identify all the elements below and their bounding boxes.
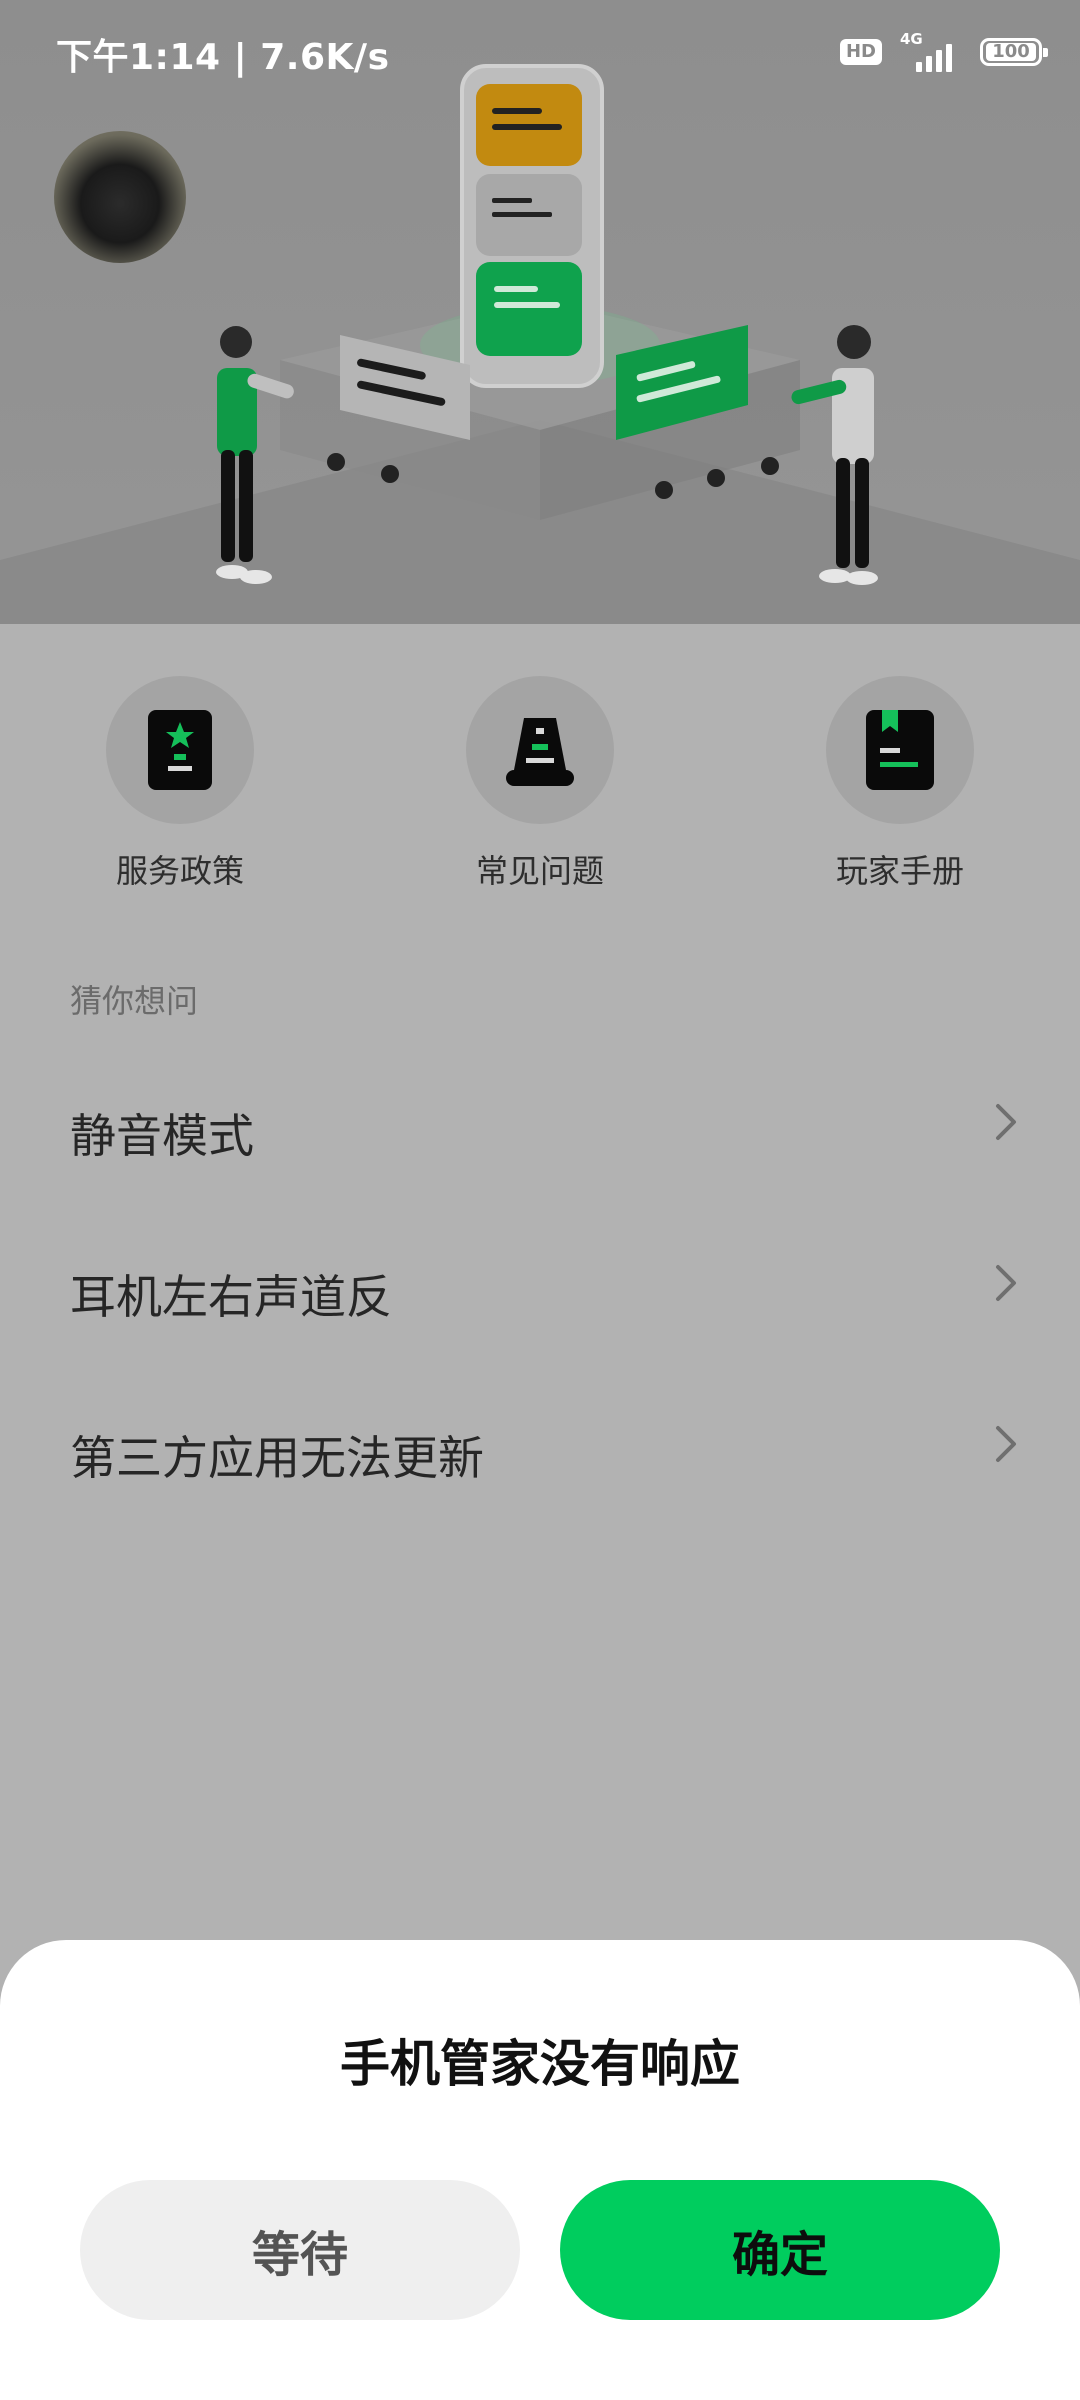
chevron-right-icon xyxy=(996,1265,1016,1301)
wait-button[interactable]: 等待 xyxy=(80,2180,520,2320)
battery-icon: 100 xyxy=(980,38,1048,66)
dialog-title: 手机管家没有响应 xyxy=(340,2035,740,2093)
list-item[interactable]: 静音模式 xyxy=(0,1050,1080,1211)
app-not-responding-dialog: 手机管家没有响应 等待 确定 xyxy=(0,1940,1080,2400)
status-icons: HD 4G 100 xyxy=(839,30,1048,74)
player-handbook-icon xyxy=(866,710,934,790)
battery-level: 100 xyxy=(986,43,1036,61)
chevron-right-icon xyxy=(996,1426,1016,1462)
signal-icon: 4G xyxy=(896,30,966,74)
chevron-right-icon xyxy=(996,1104,1016,1140)
hd-voice-icon: HD xyxy=(839,39,882,65)
quick-link-player-handbook[interactable]: 玩家手册 xyxy=(780,676,1020,892)
policy-document-icon xyxy=(148,710,212,790)
quick-links: 服务政策 常见问题 玩家手册 xyxy=(0,676,1080,906)
list-item[interactable]: 第三方应用无法更新 xyxy=(0,1372,1080,1533)
list-item[interactable]: 耳机左右声道反 xyxy=(0,1211,1080,1372)
quick-link-label: 玩家手册 xyxy=(835,852,964,890)
status-time-speed: 下午1:14 | 7.6K/s xyxy=(56,37,390,78)
quick-link-service-policy[interactable]: 服务政策 xyxy=(60,676,300,892)
list-item-label: 第三方应用无法更新 xyxy=(70,1431,484,1485)
list-item-label: 静音模式 xyxy=(70,1109,254,1163)
faq-list: 静音模式 耳机左右声道反 第三方应用无法更新 xyxy=(0,1050,1080,1533)
list-item-label: 耳机左右声道反 xyxy=(70,1270,392,1324)
confirm-button[interactable]: 确定 xyxy=(560,2180,1000,2320)
user-avatar[interactable] xyxy=(54,131,186,263)
quick-link-label: 常见问题 xyxy=(475,852,604,890)
guess-section-title: 猜你想问 xyxy=(70,982,199,1020)
quick-link-label: 服务政策 xyxy=(115,852,244,890)
status-bar: 下午1:14 | 7.6K/s HD 4G 100 xyxy=(0,0,1080,106)
faq-icon xyxy=(506,718,574,786)
quick-link-faq[interactable]: 常见问题 xyxy=(420,676,660,892)
